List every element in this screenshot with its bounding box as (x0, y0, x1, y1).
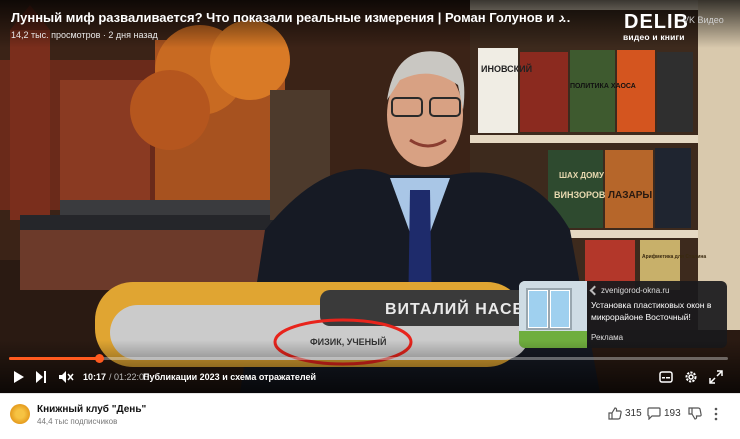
channel-logo: DELIB (624, 11, 689, 33)
channel-name[interactable]: Книжный клуб "День" (37, 404, 146, 415)
mute-button[interactable] (58, 369, 74, 385)
settings-button[interactable] (684, 369, 698, 385)
ad-card[interactable]: zvenigorod-okna.ru Установка пластиковых… (519, 281, 727, 348)
skip-next-icon (36, 371, 46, 383)
progress-thumb[interactable] (94, 354, 104, 363)
ad-source[interactable]: zvenigorod-okna.ru (601, 286, 669, 295)
fullscreen-button[interactable] (709, 369, 723, 385)
play-icon (14, 371, 24, 383)
channel-bar: Книжный клуб "День" 44,4 тыс подписчиков… (0, 393, 740, 439)
fullscreen-icon (709, 370, 723, 384)
controls-backdrop (0, 340, 740, 393)
book-spine: ВИНЗОРОВ (554, 190, 606, 200)
dislike-button[interactable] (688, 407, 702, 420)
book-spine: ПОЛИТИКА ХАОСА (570, 83, 636, 90)
comments-button[interactable]: 193 (647, 407, 681, 420)
book-spine: Арифметика для Сталина (642, 253, 706, 260)
channel-avatar[interactable] (10, 404, 30, 424)
more-vertical-icon (714, 407, 718, 421)
more-options-button[interactable] (713, 407, 719, 421)
gear-icon (685, 371, 697, 383)
progress-bar[interactable] (9, 354, 728, 363)
channel-logo-subtitle: видео и книги (623, 32, 685, 42)
ad-thumbnail (519, 281, 587, 348)
chevron-right-icon[interactable]: › (560, 9, 565, 25)
chapter-title[interactable]: Публикации 2023 и схема отражателей (143, 369, 316, 385)
comment-count: 193 (664, 408, 681, 419)
time-display: 10:17 / 01:22:05 (83, 369, 149, 385)
subscriber-count: 44,4 тыс подписчиков (37, 417, 118, 426)
ad-link-icon (589, 285, 600, 296)
volume-muted-icon (59, 371, 74, 383)
thumbs-up-icon (608, 407, 622, 420)
book-spine: ШАХ ДОМУ (559, 171, 605, 180)
like-button[interactable]: 315 (608, 407, 642, 420)
play-button[interactable] (13, 369, 25, 385)
book-spine: ЛАЗАРЫ (608, 190, 652, 201)
next-button[interactable] (35, 369, 47, 385)
progress-fill (9, 357, 99, 360)
subtitles-button[interactable] (659, 369, 673, 385)
chapter-label: Публикации 2023 и схема отражателей (143, 372, 317, 382)
video-meta: 14,2 тыс. просмотров · 2 дня назад (11, 30, 158, 40)
vk-video-label: VK Видео (683, 15, 724, 25)
ad-text[interactable]: Установка пластиковых окон в микрорайоне… (591, 299, 723, 323)
like-count: 315 (625, 408, 642, 419)
book-spine: ИНОВСКИЙ (481, 63, 532, 74)
thumbs-down-icon (688, 407, 702, 420)
subtitles-icon (659, 371, 673, 383)
video-player[interactable]: ИНОВСКИЙ ПОЛИТИКА ХАОСА ВИНЗОРОВ ЛАЗАРЫ … (0, 0, 740, 393)
comment-icon (647, 407, 661, 420)
current-time: 10:17 (83, 372, 107, 382)
video-title[interactable]: Лунный миф разваливается? Что показали р… (11, 10, 571, 25)
